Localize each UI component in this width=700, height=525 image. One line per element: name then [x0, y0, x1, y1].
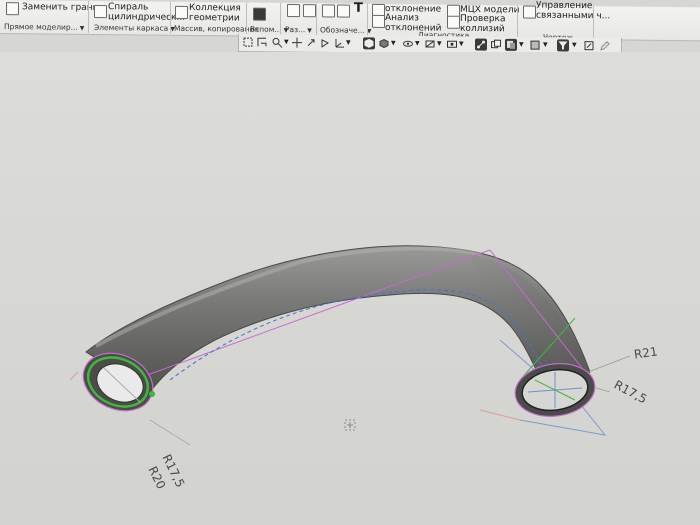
view-dropdown[interactable]: ▼ [391, 40, 396, 47]
helix-icon[interactable] [94, 4, 107, 19]
axes-icon[interactable] [333, 37, 345, 49]
zoom-dropdown[interactable]: ▼ [284, 38, 289, 45]
select-box-icon[interactable] [242, 36, 254, 48]
mode-icon[interactable] [529, 39, 541, 51]
windows-icon[interactable] [490, 39, 502, 51]
collection-icon[interactable] [175, 5, 188, 19]
text-icon[interactable]: T [354, 1, 363, 16]
filter-dropdown[interactable]: ▼ [572, 41, 577, 48]
group-direct-edit[interactable]: Прямое моделир... ▼ [4, 22, 84, 32]
model-scene[interactable] [0, 52, 700, 525]
helix-button[interactable]: Спираль цилиндрическ... [108, 2, 185, 23]
hide-dropdown[interactable]: ▼ [415, 40, 420, 47]
replace-faces-icon[interactable] [6, 2, 19, 16]
radial-dim-icon[interactable] [303, 4, 316, 18]
group-frame[interactable]: Элементы каркаса ▼ [94, 23, 175, 33]
collision-icon[interactable] [447, 15, 460, 29]
orient-dropdown[interactable]: ▼ [346, 39, 351, 46]
section-icon[interactable] [424, 38, 436, 50]
zoom-icon[interactable] [271, 36, 283, 48]
view-cube-icon[interactable] [363, 37, 375, 50]
linked-icon[interactable] [523, 5, 536, 19]
materials-dropdown[interactable]: ▼ [519, 41, 524, 48]
edit-icon[interactable] [583, 40, 595, 52]
linked-components-button[interactable]: Управление связанными ч... [536, 1, 610, 22]
mode-dropdown[interactable]: ▼ [543, 41, 548, 48]
analysis-icon[interactable] [372, 14, 385, 29]
display-icon[interactable] [446, 38, 458, 50]
pencil-icon[interactable] [599, 40, 611, 52]
zoom-area-icon[interactable] [305, 37, 317, 49]
group-dimensions[interactable]: Раз... ▼ [285, 25, 312, 34]
model-viewport[interactable]: R21 R17,5 R17,5 R20 [0, 52, 700, 525]
notation-icon[interactable] [322, 4, 335, 18]
group-notation[interactable]: Обозначе... ▼ [320, 25, 371, 35]
materials-icon[interactable] [505, 38, 517, 51]
geometry-collection-button[interactable]: Коллекция геометрии [189, 3, 241, 24]
replace-faces-button[interactable]: Заменить грани [22, 2, 98, 13]
orient-icon[interactable] [319, 37, 331, 49]
display-dropdown[interactable]: ▼ [459, 40, 464, 47]
shaded-icon[interactable] [378, 37, 390, 49]
pan-icon[interactable] [291, 37, 303, 49]
hide-icon[interactable] [402, 38, 414, 50]
filter-icon[interactable] [557, 39, 569, 52]
dimension-icon[interactable] [287, 4, 300, 18]
group-aux[interactable]: Вспом... ▼ [250, 25, 288, 34]
aux-icon[interactable] [253, 7, 266, 21]
snap-icon[interactable] [475, 38, 487, 51]
rotate-icon[interactable] [256, 36, 268, 48]
roughness-icon[interactable] [337, 4, 350, 18]
section-dropdown[interactable]: ▼ [437, 40, 442, 47]
